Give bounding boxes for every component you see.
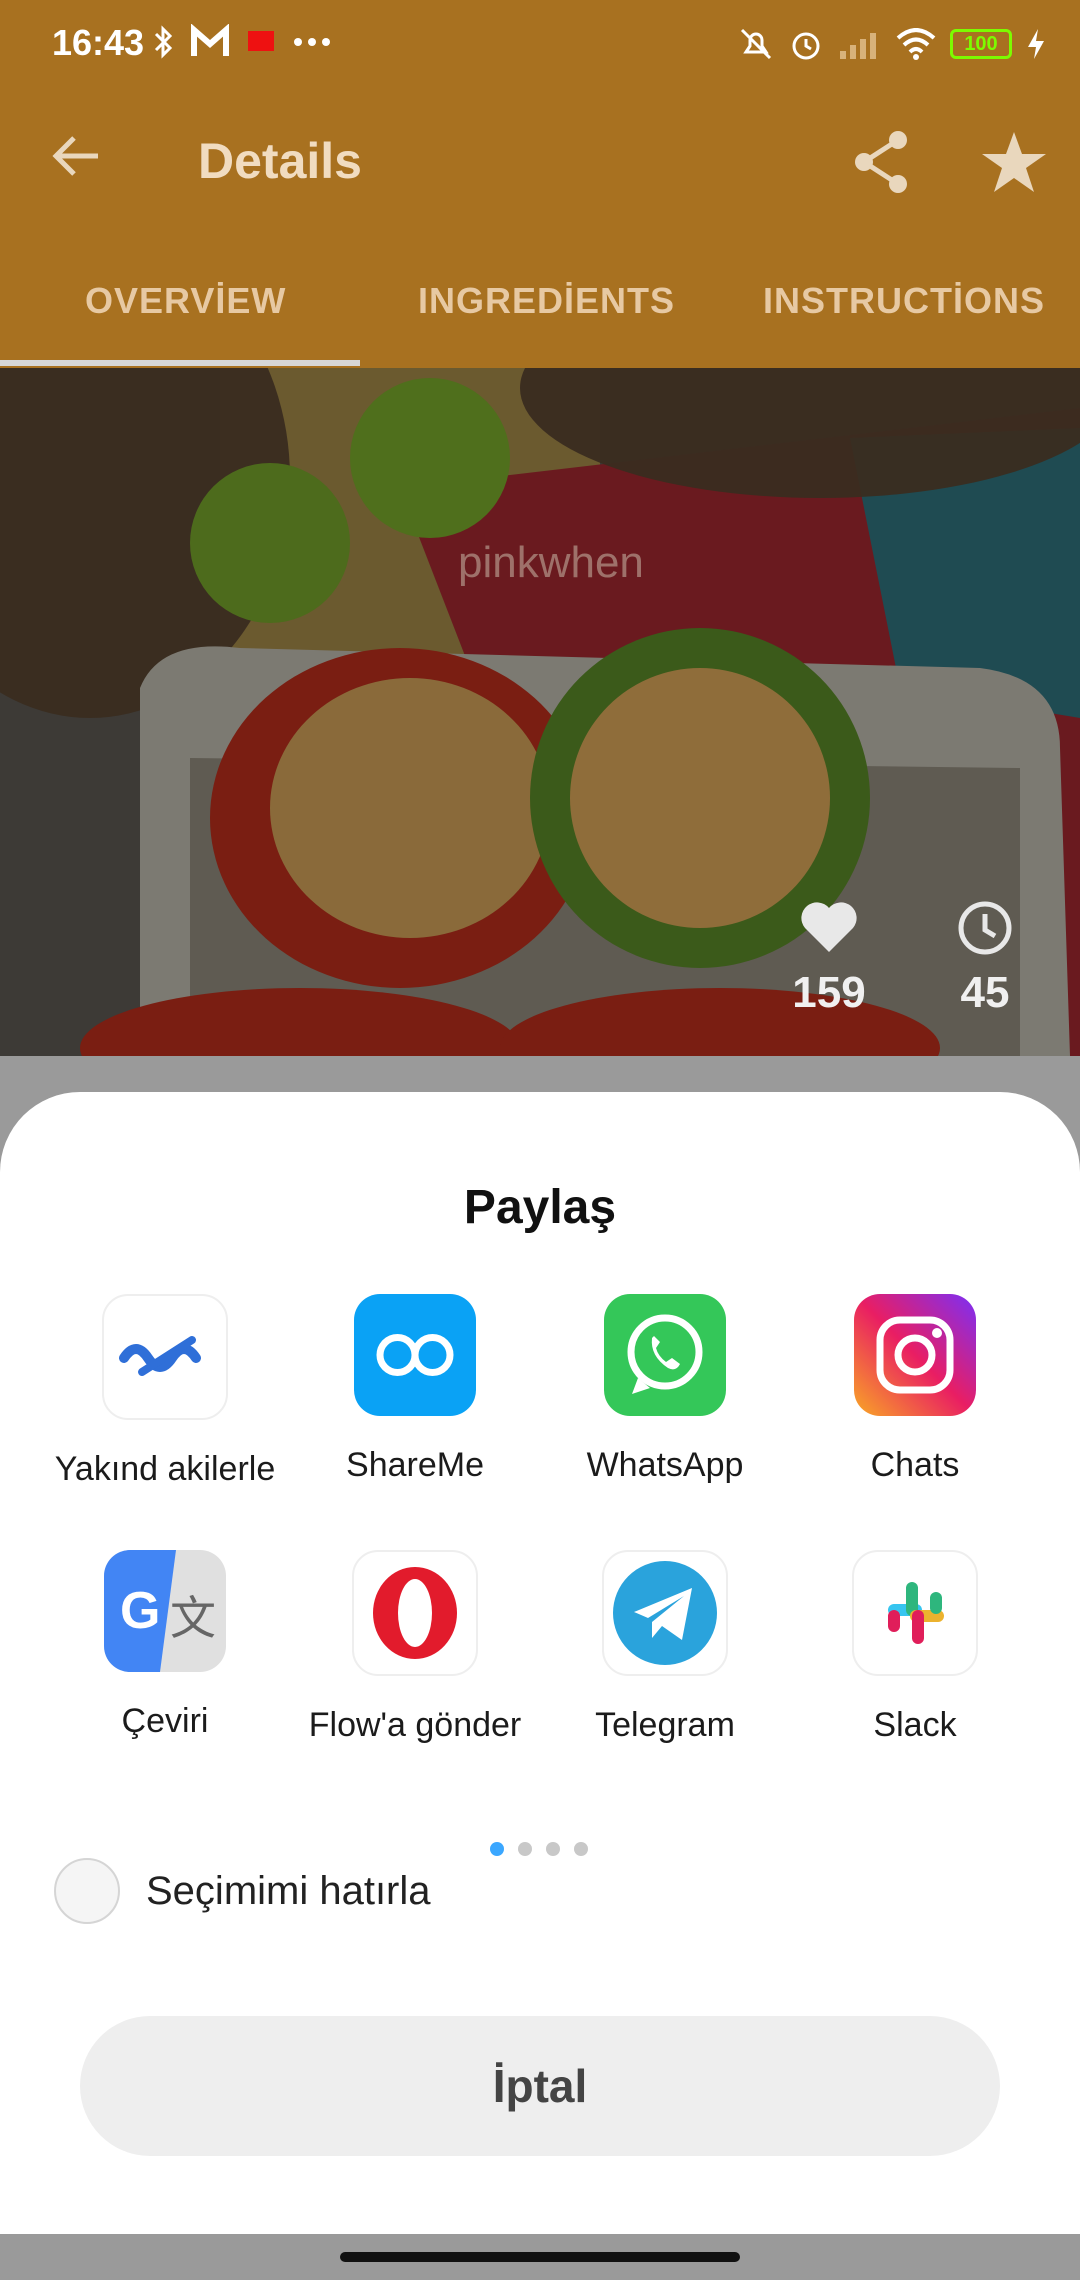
status-bar: 16:43 100	[0, 0, 1080, 90]
notification-icon	[248, 31, 274, 51]
recipe-hero-image: pinkwhen 159 45	[0, 368, 1080, 1056]
app-bar: Details	[0, 90, 1080, 250]
telegram-icon	[602, 1550, 728, 1676]
tab-ingredients[interactable]: INGREDİENTS	[418, 280, 675, 322]
whatsapp-icon	[604, 1294, 726, 1416]
share-sheet: Paylaş Yakınd akilerle ShareMe WhatsApp …	[0, 1092, 1080, 2234]
shareme-icon	[354, 1294, 476, 1416]
page-dot-3[interactable]	[546, 1842, 560, 1856]
slack-icon	[852, 1550, 978, 1676]
svg-text:G: G	[120, 1582, 160, 1640]
tab-instructions[interactable]: INSTRUCTİONS	[763, 280, 1045, 322]
page-indicator	[490, 1842, 588, 1856]
page-dot-4[interactable]	[574, 1842, 588, 1856]
share-sheet-title: Paylaş	[463, 1181, 617, 1234]
app-label: WhatsApp	[586, 1446, 744, 1484]
share-app-whatsapp[interactable]: WhatsApp	[540, 1294, 790, 1486]
app-label: ShareMe	[346, 1446, 484, 1484]
nearby-share-icon	[102, 1294, 228, 1420]
back-arrow-icon[interactable]	[46, 124, 110, 188]
alarm-icon	[792, 32, 820, 60]
status-left-icons	[152, 22, 332, 62]
more-dots-icon	[294, 38, 330, 46]
app-label: Telegram	[595, 1706, 735, 1744]
svg-text:文: 文	[170, 1591, 216, 1645]
photo-watermark: pinkwhen	[458, 538, 644, 587]
cancel-button[interactable]: İptal	[80, 2016, 1000, 2156]
share-app-telegram[interactable]: Telegram	[540, 1550, 790, 1746]
battery-icon: 100	[950, 29, 1012, 59]
bluetooth-icon	[154, 25, 173, 59]
signal-icon	[840, 33, 876, 59]
wifi-icon	[896, 28, 936, 60]
gmail-icon	[191, 24, 229, 56]
remember-label: Seçimimi hatırla	[146, 1868, 431, 1913]
likes-count: 159	[792, 968, 866, 1017]
share-icon[interactable]	[846, 126, 918, 198]
do-not-disturb-icon	[740, 28, 772, 60]
tab-indicator	[0, 360, 360, 366]
share-app-nearby[interactable]: Yakınd akilerle	[40, 1294, 290, 1490]
star-icon[interactable]	[978, 126, 1050, 198]
opera-icon	[352, 1550, 478, 1676]
app-label: Yakınd akilerle	[54, 1450, 276, 1488]
clock-icon	[958, 901, 1012, 955]
remember-choice[interactable]: Seçimimi hatırla	[54, 1858, 431, 1924]
cook-time: 45	[960, 968, 1010, 1017]
google-translate-icon: G文	[104, 1550, 226, 1672]
tab-overview[interactable]: OVERVİEW	[85, 280, 286, 322]
recipe-photo	[0, 368, 1080, 1056]
charging-icon	[1028, 29, 1044, 59]
heart-icon[interactable]	[799, 900, 859, 954]
page-dot-1[interactable]	[490, 1842, 504, 1856]
instagram-icon	[854, 1294, 976, 1416]
share-app-slack[interactable]: Slack	[790, 1550, 1040, 1746]
share-app-shareme[interactable]: ShareMe	[290, 1294, 540, 1486]
app-label: Çeviri	[121, 1702, 209, 1740]
remember-checkbox[interactable]	[54, 1858, 120, 1924]
page-dot-2[interactable]	[518, 1842, 532, 1856]
share-app-translate[interactable]: G文 Çeviri	[40, 1550, 290, 1742]
share-app-chats[interactable]: Chats	[790, 1294, 1040, 1486]
status-right-icons: 100	[738, 22, 1046, 66]
app-label: Flow'a gönder	[308, 1706, 522, 1744]
navigation-bar	[0, 2234, 1080, 2280]
page-title: Details	[198, 133, 362, 189]
status-time: 16:43	[52, 22, 145, 63]
share-app-opera[interactable]: Flow'a gönder	[290, 1550, 540, 1746]
tab-bar: OVERVİEW INGREDİENTS INSTRUCTİONS	[0, 250, 1080, 368]
app-label: Chats	[870, 1446, 960, 1484]
app-label: Slack	[873, 1706, 957, 1744]
home-gesture-handle[interactable]	[340, 2252, 740, 2262]
